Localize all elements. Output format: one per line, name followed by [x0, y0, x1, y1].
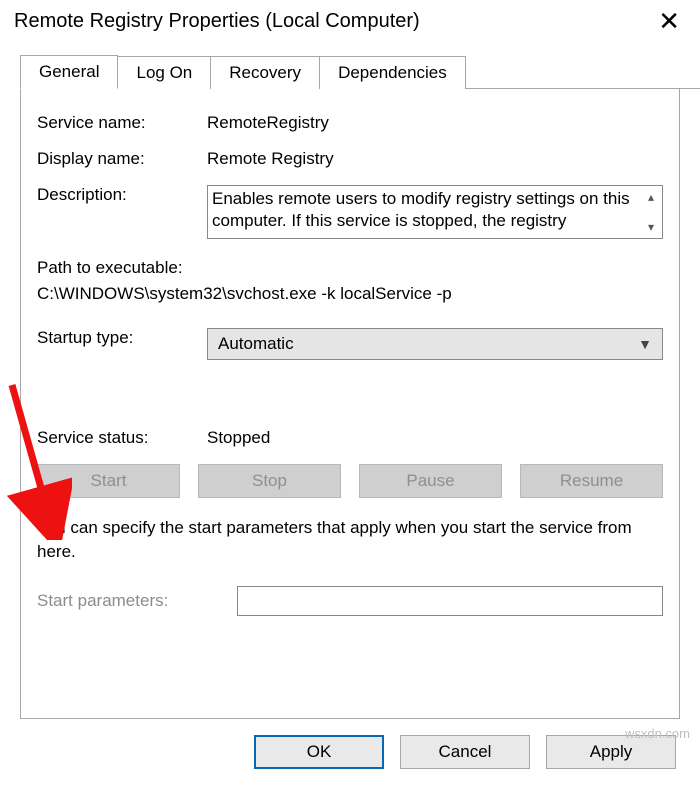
tab-general[interactable]: General	[20, 55, 118, 89]
titlebar: Remote Registry Properties (Local Comput…	[0, 0, 700, 42]
display-name-value: Remote Registry	[207, 149, 663, 169]
tab-dependencies[interactable]: Dependencies	[319, 56, 466, 89]
description-box: Enables remote users to modify registry …	[207, 185, 663, 239]
window-title: Remote Registry Properties (Local Comput…	[14, 10, 420, 33]
cancel-button[interactable]: Cancel	[400, 735, 530, 769]
start-button[interactable]: Start	[37, 464, 180, 498]
start-parameters-label: Start parameters:	[37, 591, 237, 611]
ok-button[interactable]: OK	[254, 735, 384, 769]
service-status-value: Stopped	[207, 428, 663, 448]
tab-recovery[interactable]: Recovery	[210, 56, 320, 89]
close-icon[interactable]: ✕	[652, 8, 686, 34]
chevron-down-icon: ▼	[638, 336, 652, 352]
dialog-footer: OK Cancel Apply	[0, 719, 700, 769]
stop-button[interactable]: Stop	[198, 464, 341, 498]
resume-button[interactable]: Resume	[520, 464, 663, 498]
pause-button[interactable]: Pause	[359, 464, 502, 498]
path-label: Path to executable:	[37, 255, 663, 281]
display-name-label: Display name:	[37, 149, 207, 169]
description-label: Description:	[37, 185, 207, 239]
tab-logon[interactable]: Log On	[117, 56, 211, 89]
service-name-value: RemoteRegistry	[207, 113, 663, 133]
description-scrollbar[interactable]: ▴ ▾	[640, 186, 662, 238]
general-panel: Service name: RemoteRegistry Display nam…	[20, 89, 680, 719]
startup-type-value: Automatic	[218, 334, 294, 354]
service-name-label: Service name:	[37, 113, 207, 133]
start-parameters-input[interactable]	[237, 586, 663, 616]
description-text[interactable]: Enables remote users to modify registry …	[208, 186, 640, 238]
path-value: C:\WINDOWS\system32\svchost.exe -k local…	[37, 281, 663, 307]
service-status-label: Service status:	[37, 428, 207, 448]
chevron-down-icon[interactable]: ▾	[648, 220, 654, 234]
tab-strip: General Log On Recovery Dependencies	[20, 54, 700, 89]
startup-type-select[interactable]: Automatic ▼	[207, 328, 663, 360]
startup-type-label: Startup type:	[37, 328, 207, 360]
watermark: wsxdn.com	[625, 726, 690, 741]
start-parameters-hint: You can specify the start parameters tha…	[37, 516, 663, 564]
chevron-up-icon[interactable]: ▴	[648, 190, 654, 204]
